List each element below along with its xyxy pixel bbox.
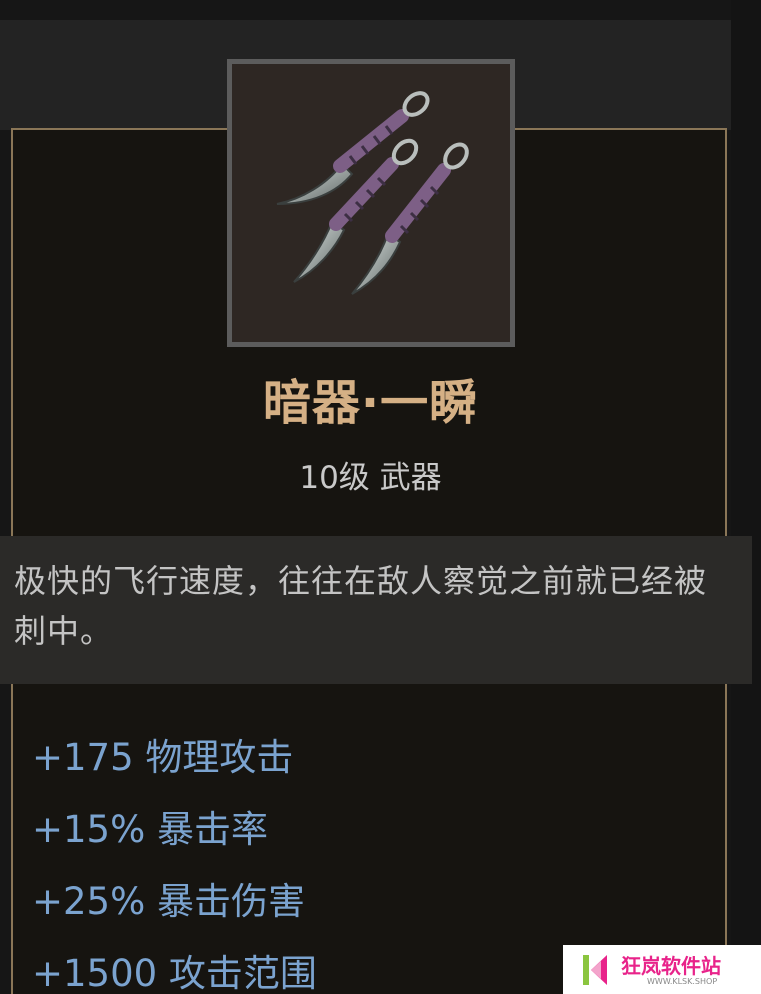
stat-crit-rate: +15% 暴击率: [32, 808, 269, 851]
item-stats-list: +175 物理攻击 +15% 暴击率 +25% 暴击伤害 +1500 攻击范围: [32, 722, 317, 994]
item-level-type: 10级 武器: [299, 460, 442, 496]
item-description-box: 极快的飞行速度，往往在敌人察觉之前就已经被刺中。: [0, 536, 752, 684]
three-throwing-knives-icon: [276, 91, 469, 295]
item-description: 极快的飞行速度，往往在敌人察觉之前就已经被刺中。: [14, 562, 708, 650]
stat-crit-damage: +25% 暴击伤害: [32, 880, 306, 923]
knife-1: [276, 91, 430, 205]
site-watermark: 狂岚软件站 WWW.KLSK.SHOP: [563, 945, 761, 994]
knife-3: [351, 142, 469, 295]
k-logo-icon: [583, 955, 607, 985]
watermark-subtitle: WWW.KLSK.SHOP: [647, 977, 718, 986]
stat-physical-attack: +175 物理攻击: [32, 736, 294, 779]
item-icon-frame[interactable]: [227, 59, 515, 347]
watermark-title: 狂岚软件站: [621, 954, 721, 978]
right-edge-strip: [731, 0, 761, 994]
item-name: 暗器·一瞬: [262, 375, 479, 431]
item-tooltip-screen: 暗器·一瞬 10级 武器 极快的飞行速度，往往在敌人察觉之前就已经被刺中。 +1…: [0, 0, 761, 994]
stat-attack-range: +1500 攻击范围: [32, 952, 317, 994]
